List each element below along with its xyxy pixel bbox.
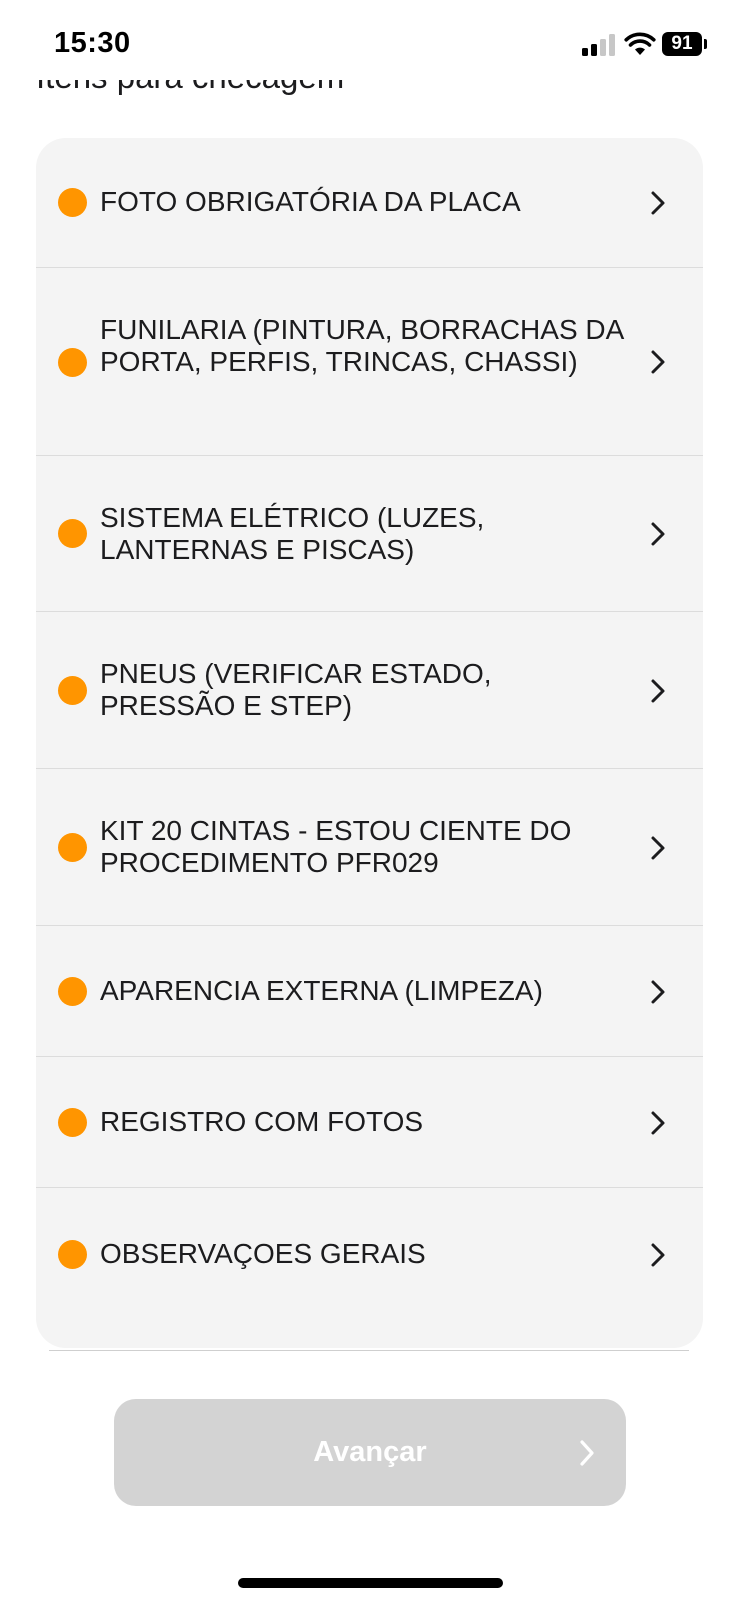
footer-divider (49, 1350, 689, 1351)
checklist-item-label: OBSERVAÇOES GERAIS (100, 1238, 426, 1269)
checklist-item-kit-cintas[interactable]: KIT 20 CINTAS - ESTOU CIENTE DO PROCEDIM… (36, 768, 703, 925)
chevron-right-icon (580, 1440, 594, 1466)
checklist-item-registro-fotos[interactable]: REGISTRO COM FOTOS (36, 1056, 703, 1187)
pending-status-dot (58, 1240, 87, 1269)
chevron-right-icon (651, 522, 665, 546)
pending-status-dot (58, 519, 87, 548)
checklist-item-label: FUNILARIA (PINTURA, BORRACHAS DA PORTA, … (100, 314, 623, 377)
checklist-item-observacoes[interactable]: OBSERVAÇOES GERAIS (36, 1187, 703, 1348)
next-button-label: Avançar (313, 1436, 427, 1468)
battery-cap (704, 39, 707, 49)
pending-status-dot (58, 1108, 87, 1137)
chevron-right-icon (651, 350, 665, 374)
checklist-item-sistema-eletrico[interactable]: SISTEMA ELÉTRICO (LUZES, LANTERNAS E PIS… (36, 455, 703, 611)
home-indicator[interactable] (238, 1578, 503, 1588)
chevron-right-icon (651, 1243, 665, 1267)
wifi-icon (624, 32, 656, 55)
pending-status-dot (58, 833, 87, 862)
status-bar: 15:30 91 (0, 0, 739, 80)
pending-status-dot (58, 348, 87, 377)
checklist-card: FOTO OBRIGATÓRIA DA PLACA FUNILARIA (PIN… (36, 138, 703, 1348)
checklist-item-funilaria[interactable]: FUNILARIA (PINTURA, BORRACHAS DA PORTA, … (36, 267, 703, 455)
checklist-item-label: PNEUS (VERIFICAR ESTADO, PRESSÃO E STEP) (100, 658, 492, 721)
battery-level: 91 (671, 33, 693, 54)
checklist-item-aparencia-externa[interactable]: APARENCIA EXTERNA (LIMPEZA) (36, 925, 703, 1056)
checklist-item-label: SISTEMA ELÉTRICO (LUZES, LANTERNAS E PIS… (100, 502, 485, 565)
checklist-item-label: APARENCIA EXTERNA (LIMPEZA) (100, 975, 543, 1006)
pending-status-dot (58, 676, 87, 705)
checklist-item-label: FOTO OBRIGATÓRIA DA PLACA (100, 186, 521, 217)
chevron-right-icon (651, 191, 665, 215)
chevron-right-icon (651, 980, 665, 1004)
battery-icon: 91 (662, 32, 702, 56)
checklist-item-label: REGISTRO COM FOTOS (100, 1106, 424, 1137)
pending-status-dot (58, 977, 87, 1006)
checklist-item-label: KIT 20 CINTAS - ESTOU CIENTE DO PROCEDIM… (100, 815, 572, 878)
chevron-right-icon (651, 679, 665, 703)
checklist-item-pneus[interactable]: PNEUS (VERIFICAR ESTADO, PRESSÃO E STEP) (36, 611, 703, 768)
signal-icon (582, 34, 615, 56)
next-button[interactable]: Avançar (114, 1399, 626, 1506)
chevron-right-icon (651, 836, 665, 860)
checklist-item-placa-photo[interactable]: FOTO OBRIGATÓRIA DA PLACA (36, 138, 703, 267)
status-time: 15:30 (54, 27, 131, 59)
pending-status-dot (58, 188, 87, 217)
chevron-right-icon (651, 1111, 665, 1135)
